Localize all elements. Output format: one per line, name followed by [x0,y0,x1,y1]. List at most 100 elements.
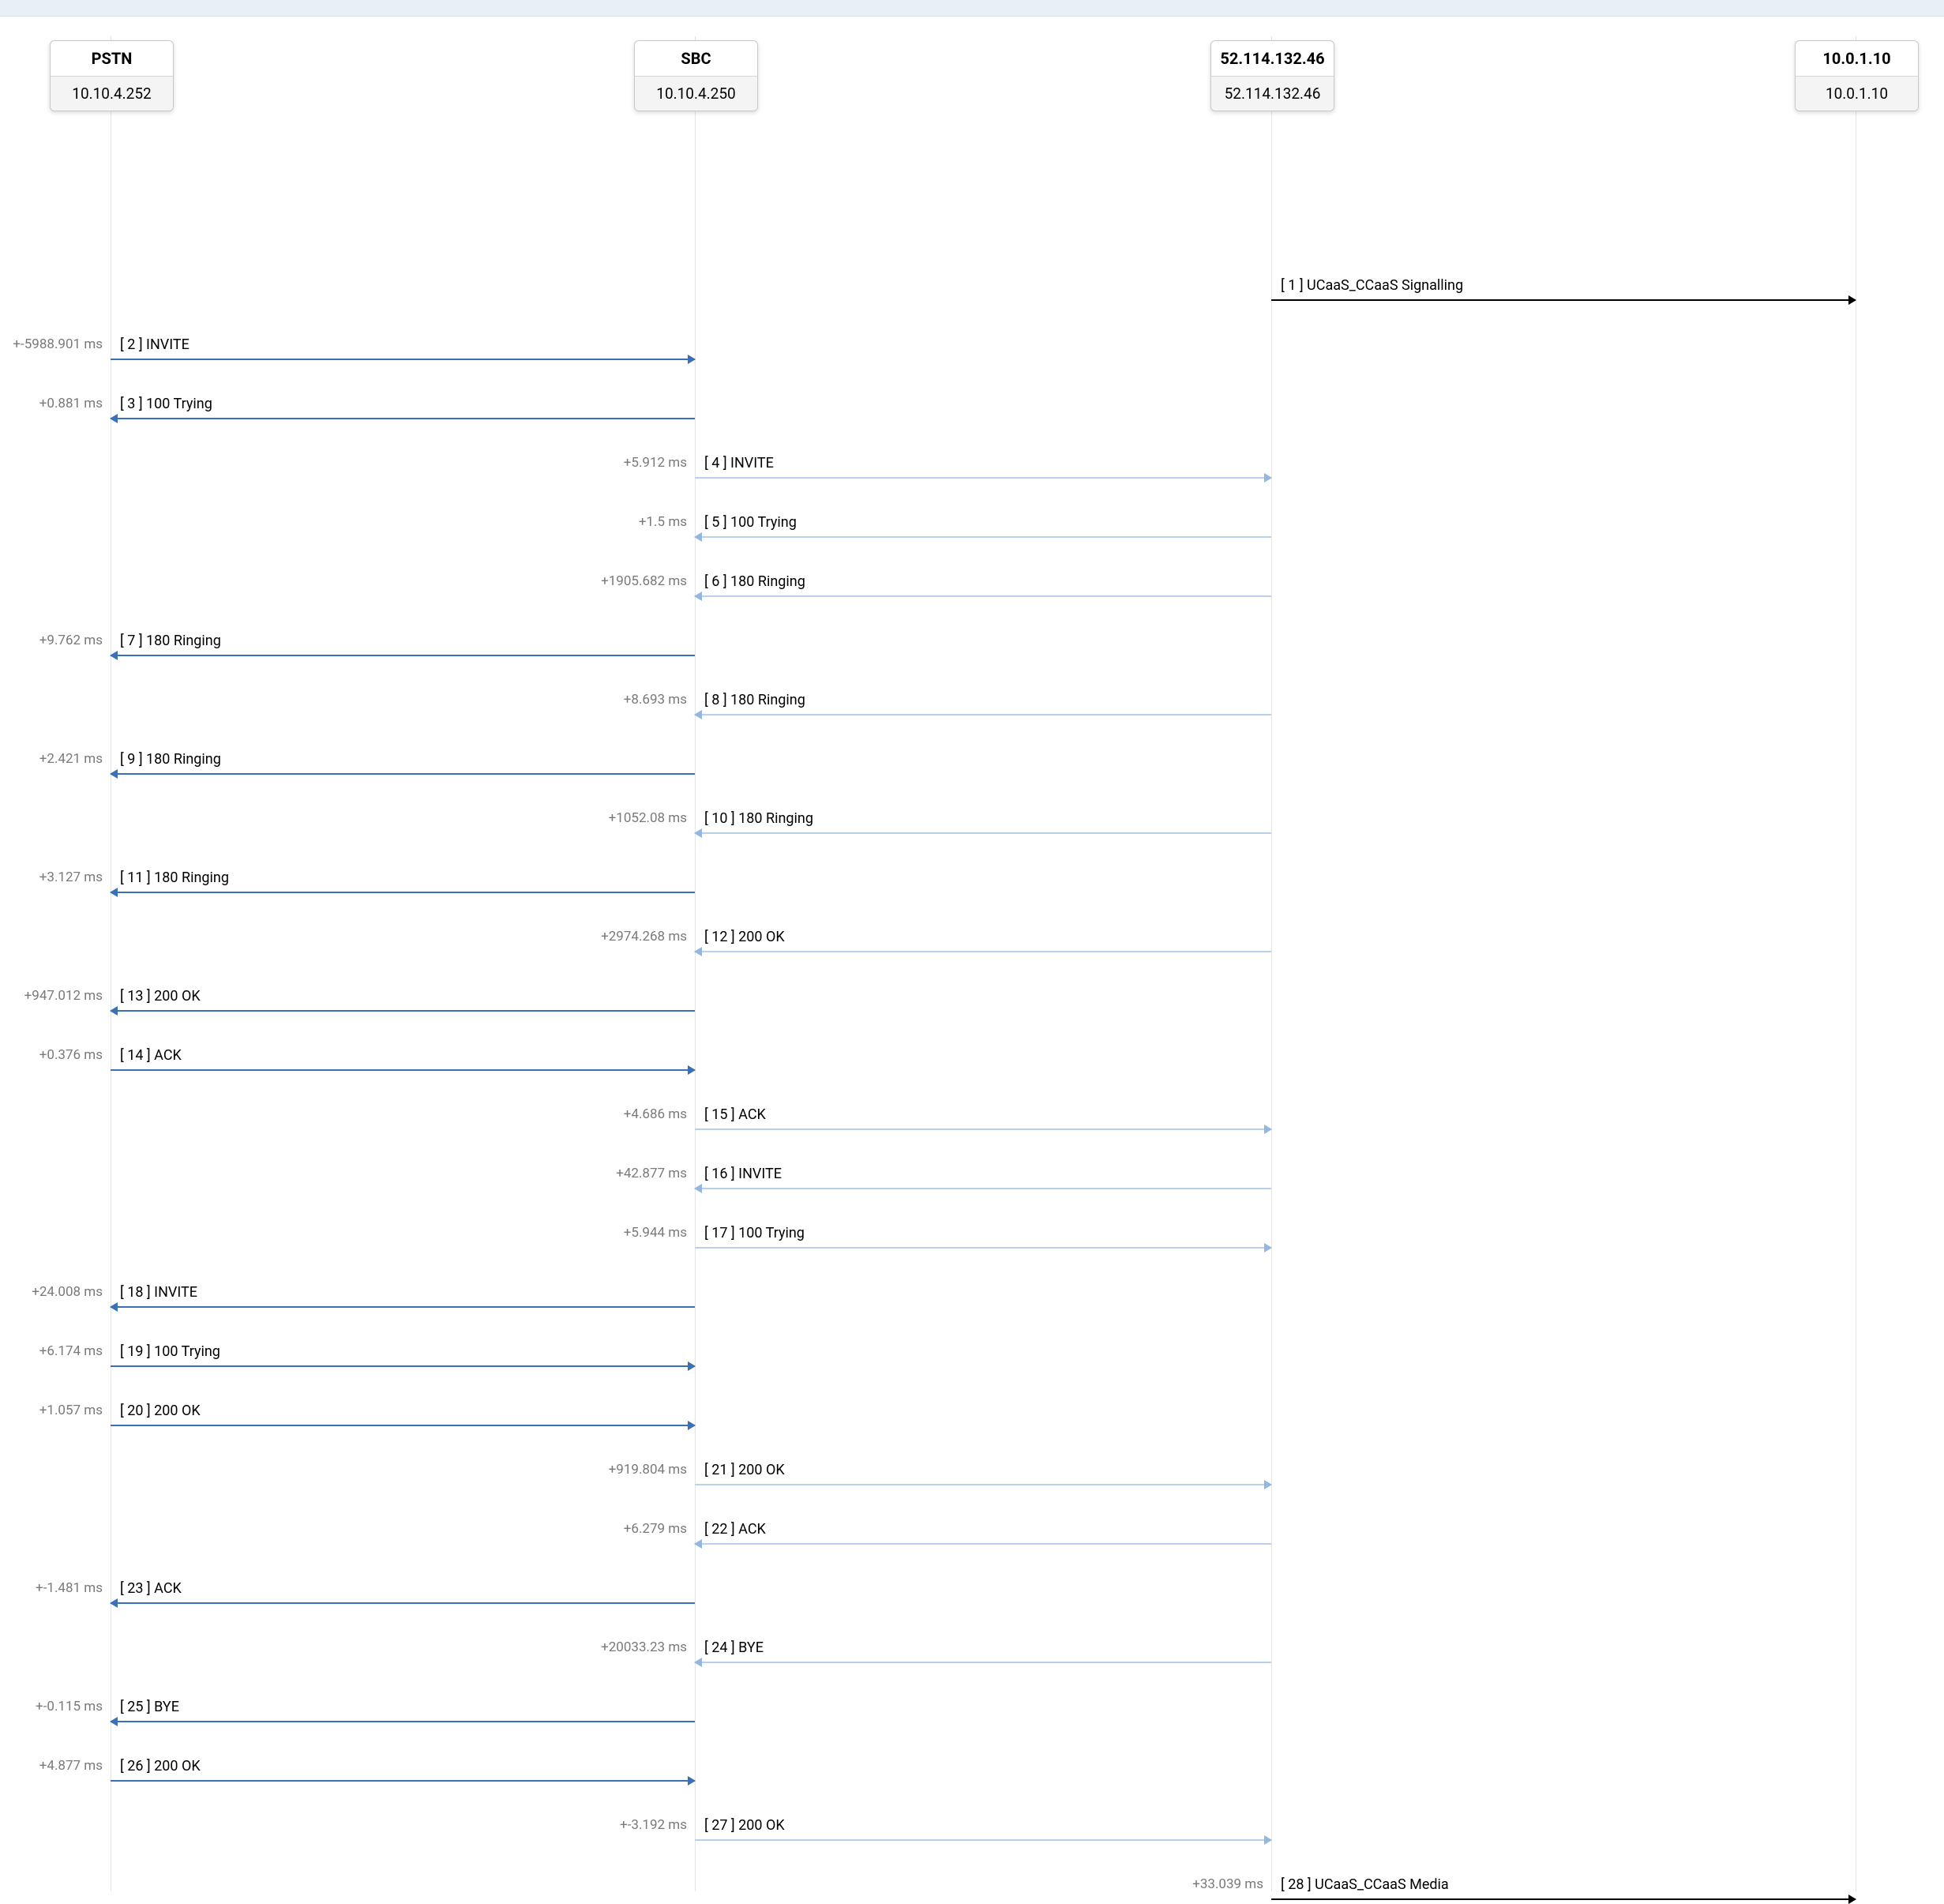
message-arrow-line [695,1484,1271,1485]
participant-title: 10.0.1.10 [1796,41,1918,77]
message-arrow-line [111,1010,695,1012]
message-arrow-line [695,536,1271,538]
arrowhead-left-icon [694,591,702,601]
message-time: +6.174 ms [39,1343,103,1359]
message-label: [ 5 ] 100 Trying [704,514,797,531]
message-label: [ 21 ] 200 OK [704,1462,785,1478]
lifeline [1271,36,1272,1891]
arrowhead-right-icon [1848,1895,1856,1904]
participant-title: SBC [635,41,757,77]
arrowhead-right-icon [688,1776,696,1786]
message-arrow-line [695,1662,1271,1663]
message-label: [ 26 ] 200 OK [120,1758,201,1774]
message-arrow-line [695,1247,1271,1249]
message-label: [ 2 ] INVITE [120,336,190,353]
message-arrow-line [695,951,1271,952]
message-label: [ 6 ] 180 Ringing [704,573,805,590]
arrowhead-left-icon [694,532,702,542]
arrowhead-left-icon [694,1658,702,1667]
message-time: +947.012 ms [24,988,103,1004]
message-label: [ 11 ] 180 Ringing [120,869,229,886]
message-label: [ 25 ] BYE [120,1699,179,1715]
arrowhead-left-icon [694,947,702,956]
message-time: +5.944 ms [624,1225,687,1241]
message-label: [ 22 ] ACK [704,1521,766,1538]
arrowhead-left-icon [110,1006,118,1016]
message-label: [ 3 ] 100 Trying [120,396,212,412]
message-time: +4.686 ms [624,1106,687,1122]
message-label: [ 10 ] 180 Ringing [704,810,813,827]
message-arrow-line [695,595,1271,597]
message-label: [ 9 ] 180 Ringing [120,751,221,768]
arrowhead-left-icon [110,1302,118,1312]
participant-title: PSTN [51,41,173,77]
arrowhead-right-icon [688,355,696,364]
message-arrow-line [695,832,1271,834]
message-time: +1905.682 ms [601,573,687,589]
message-arrow-line [111,1721,695,1722]
message-time: +0.881 ms [39,396,103,411]
message-arrow-line [111,1069,695,1071]
message-arrow-line [111,418,695,419]
message-arrow-line [111,359,695,360]
message-time: +3.127 ms [39,869,103,885]
message-arrow-line [111,655,695,656]
message-arrow-line [695,1543,1271,1545]
message-time: +20033.23 ms [601,1639,687,1655]
participant-node[interactable]: 52.114.132.4652.114.132.46 [1210,40,1334,111]
participant-node[interactable]: PSTN10.10.4.252 [50,40,174,111]
message-label: [ 23 ] ACK [120,1580,182,1597]
arrowhead-right-icon [688,1361,696,1371]
message-label: [ 8 ] 180 Ringing [704,692,805,708]
message-time: +-3.192 ms [620,1817,687,1833]
message-time: +-1.481 ms [36,1580,103,1596]
arrowhead-left-icon [110,1598,118,1608]
message-label: [ 19 ] 100 Trying [120,1343,220,1360]
participant-address: 10.0.1.10 [1796,77,1918,111]
message-label: [ 20 ] 200 OK [120,1403,201,1419]
message-label: [ 27 ] 200 OK [704,1817,785,1834]
message-arrow-line [695,1188,1271,1189]
arrowhead-left-icon [110,1717,118,1726]
arrowhead-right-icon [688,1421,696,1430]
arrowhead-right-icon [688,1065,696,1075]
arrowhead-right-icon [1264,473,1272,483]
message-arrow-line [111,773,695,775]
participant-address: 10.10.4.252 [51,77,173,111]
message-arrow-line [111,1306,695,1308]
message-time: +33.039 ms [1192,1876,1263,1892]
message-time: +1.057 ms [39,1403,103,1418]
message-time: +24.008 ms [32,1284,103,1300]
message-label: [ 13 ] 200 OK [120,988,201,1005]
participant-address: 10.10.4.250 [635,77,757,111]
participant-title: 52.114.132.46 [1211,41,1334,77]
message-label: [ 12 ] 200 OK [704,929,785,945]
message-time: +1052.08 ms [609,810,687,826]
message-arrow-line [111,892,695,893]
participant-node[interactable]: SBC10.10.4.250 [634,40,758,111]
lifeline [695,36,696,1891]
participant-node[interactable]: 10.0.1.1010.0.1.10 [1795,40,1919,111]
message-time: +2.421 ms [39,751,103,767]
arrowhead-right-icon [1264,1480,1272,1489]
arrowhead-left-icon [110,651,118,660]
message-label: [ 24 ] BYE [704,1639,764,1656]
message-arrow-line [111,1780,695,1782]
message-arrow-line [111,1365,695,1367]
top-bar [0,0,1944,17]
arrowhead-left-icon [110,769,118,779]
message-time: +919.804 ms [609,1462,687,1478]
arrowhead-left-icon [110,888,118,897]
message-arrow-line [111,1425,695,1426]
message-time: +2974.268 ms [601,929,687,944]
message-arrow-line [1271,1898,1856,1900]
arrowhead-right-icon [1264,1125,1272,1134]
message-time: +5.912 ms [624,455,687,471]
message-time: +4.877 ms [39,1758,103,1774]
message-arrow-line [111,1602,695,1604]
message-label: [ 14 ] ACK [120,1047,182,1064]
arrowhead-left-icon [694,828,702,838]
arrowhead-right-icon [1264,1835,1272,1845]
arrowhead-left-icon [694,1539,702,1549]
arrowhead-right-icon [1264,1243,1272,1252]
